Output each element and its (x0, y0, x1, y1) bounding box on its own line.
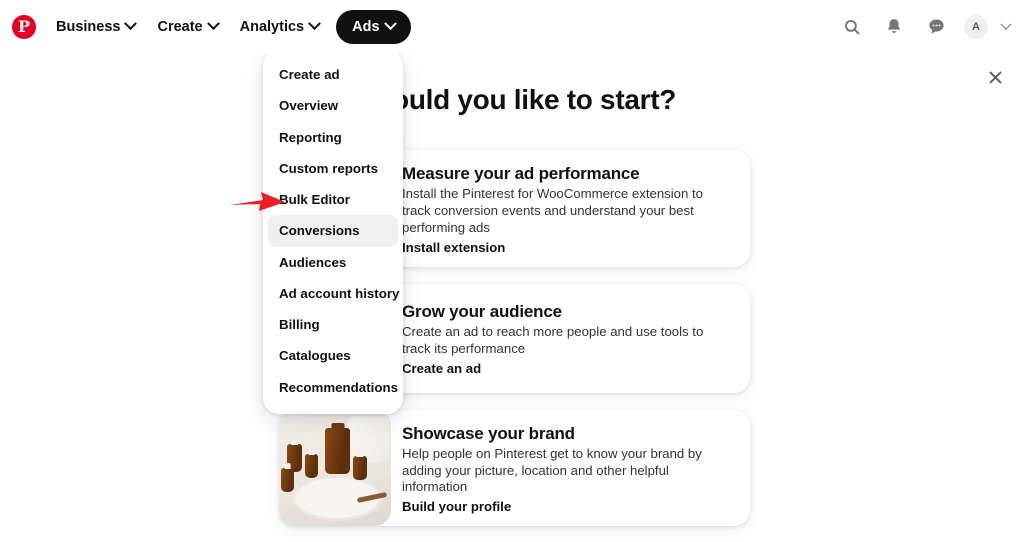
nav-right-group: A (838, 13, 1024, 41)
avatar-initial: A (972, 20, 980, 33)
menu-item-recommendations[interactable]: Recommendations (268, 372, 398, 403)
search-icon[interactable] (838, 13, 866, 41)
card-body: Showcase your brand Help people on Pinte… (391, 410, 750, 527)
menu-item-bulk-editor[interactable]: Bulk Editor (268, 184, 398, 215)
avatar[interactable]: A (964, 14, 988, 39)
card-description: Create an ad to reach more people and us… (402, 324, 704, 357)
card-showcase-your-brand[interactable]: Showcase your brand Help people on Pinte… (279, 409, 750, 527)
chevron-down-icon[interactable] (1000, 18, 1012, 30)
chevron-down-icon (383, 17, 397, 31)
card-title: Grow your audience (402, 302, 562, 322)
card-cta-build-your-profile[interactable]: Build your profile (402, 499, 734, 514)
messages-chat-icon[interactable] (922, 13, 950, 41)
menu-item-create-ad[interactable]: Create ad (268, 59, 398, 90)
menu-item-billing[interactable]: Billing (268, 309, 398, 340)
menu-item-overview[interactable]: Overview (268, 90, 398, 121)
nav-item-create[interactable]: Create (146, 11, 228, 43)
card-body: Measure your ad performance Install the … (391, 150, 750, 267)
nav-item-create-label: Create (157, 18, 203, 35)
nav-item-ads-label: Ads (352, 18, 380, 35)
menu-item-reporting[interactable]: Reporting (268, 122, 398, 153)
chevron-down-icon (308, 17, 321, 31)
card-title: Measure your ad performance (402, 164, 640, 183)
nav-item-analytics-label: Analytics (239, 18, 305, 35)
menu-item-ad-account-history[interactable]: Ad account history (268, 278, 399, 309)
chevron-down-icon (124, 17, 138, 31)
nav-item-business[interactable]: Business (45, 11, 146, 43)
menu-item-audiences[interactable]: Audiences (268, 247, 398, 278)
nav-item-business-label: Business (56, 18, 121, 35)
menu-item-catalogues[interactable]: Catalogues (268, 340, 398, 371)
pinterest-logo-letter: P (17, 16, 31, 36)
pinterest-logo-icon[interactable]: P (12, 14, 36, 39)
ads-dropdown-menu: Create ad Overview Reporting Custom repo… (263, 50, 403, 414)
menu-item-conversions[interactable]: Conversions (268, 215, 398, 247)
amber-dropper-bottles-photo (279, 409, 391, 527)
card-body: Grow your audience Create an ad to reach… (391, 284, 750, 393)
top-navigation-bar: P Business Create Analytics Ads A (0, 0, 1024, 53)
close-button[interactable] (978, 60, 1012, 94)
card-description: Help people on Pinterest get to know you… (402, 445, 702, 495)
nav-left-group: P Business Create Analytics Ads (0, 9, 411, 44)
nav-item-analytics[interactable]: Analytics (229, 11, 330, 43)
nav-item-ads[interactable]: Ads (336, 9, 411, 44)
chevron-down-icon (206, 17, 220, 31)
card-title: Showcase your brand (402, 423, 575, 443)
menu-item-custom-reports[interactable]: Custom reports (268, 153, 398, 184)
card-cta-install-extension[interactable]: Install extension (402, 240, 734, 255)
notifications-bell-icon[interactable] (880, 13, 908, 41)
card-cta-create-an-ad[interactable]: Create an ad (402, 361, 734, 376)
card-description: Install the Pinterest for WooCommerce ex… (402, 186, 704, 235)
